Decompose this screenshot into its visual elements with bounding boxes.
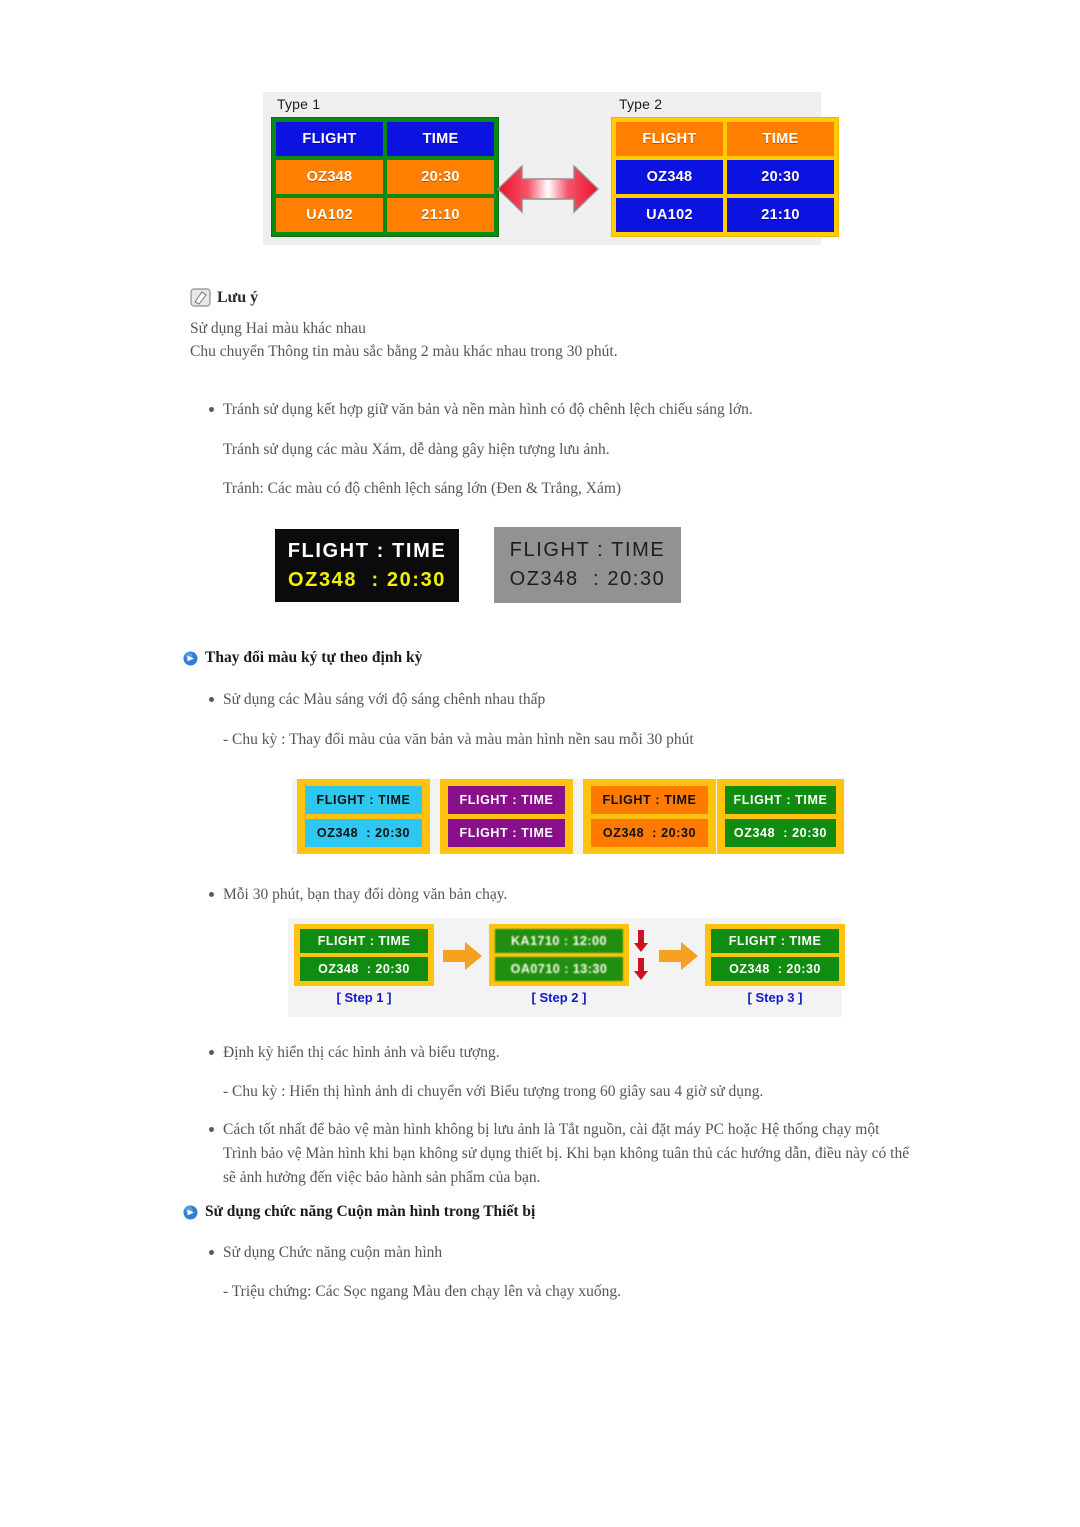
table-row: UA102 21:10 xyxy=(276,198,494,232)
color-cycle-bullet-2: Mỗi 30 phút, bạn thay đổi dòng văn bản c… xyxy=(209,883,869,907)
bullet-dot-icon xyxy=(209,1250,214,1255)
figure-color-samples: FLIGHT : TIME OZ348 : 20:30 FLIGHT : TIM… xyxy=(292,779,845,854)
cell-time-header: TIME xyxy=(727,122,834,156)
sample-line-2: OZ348 : 20:30 xyxy=(591,819,708,847)
black-contrast-panel: FLIGHT : TIME OZ348 : 20:30 xyxy=(275,529,459,602)
section-title-screen-scroll: Sử dụng chức năng Cuộn màn hình trong Th… xyxy=(205,1203,536,1220)
step-2-caption: [ Step 2 ] xyxy=(531,990,587,1005)
color-sample-orange: FLIGHT : TIME OZ348 : 20:30 xyxy=(583,779,716,854)
cell-flight-header: FLIGHT xyxy=(276,122,383,156)
step-3-line-1: FLIGHT : TIME xyxy=(711,929,839,953)
step-2-board: KA1710 : 12:00 OA0710 : 13:30 xyxy=(489,924,629,986)
type2-label: Type 2 xyxy=(619,96,663,112)
sample-line-1: FLIGHT : TIME xyxy=(305,786,422,814)
color-cycle-bullet-3: Định kỳ hiển thị các hình ảnh và biểu tư… xyxy=(209,1041,889,1065)
color-sample-sky: FLIGHT : TIME OZ348 : 20:30 xyxy=(297,779,430,854)
black-panel-line-2: OZ348 : 20:30 xyxy=(287,568,447,591)
color-cycle-bullet-3-text: Định kỳ hiển thị các hình ảnh và biểu tư… xyxy=(223,1044,500,1061)
sample-line-1: FLIGHT : TIME xyxy=(591,786,708,814)
gray-contrast-panel: FLIGHT : TIME OZ348 : 20:30 xyxy=(494,527,681,603)
cell-flight-2: UA102 xyxy=(276,198,383,232)
cell-flight-header: FLIGHT xyxy=(616,122,723,156)
note-line-2: Chu chuyển Thông tin màu sắc bằng 2 màu … xyxy=(190,343,618,360)
orange-right-arrow-icon xyxy=(443,942,482,970)
cell-flight-1: OZ348 xyxy=(616,160,723,194)
color-sample-purple: FLIGHT : TIME FLIGHT : TIME xyxy=(440,779,573,854)
note-title: Lưu ý xyxy=(217,288,259,306)
gray-panel-line-2: OZ348 : 20:30 xyxy=(509,568,666,590)
type1-board: FLIGHT TIME OZ348 20:30 UA102 21:10 xyxy=(271,117,499,237)
section-heading-screen-scroll: Sử dụng chức năng Cuộn màn hình trong Th… xyxy=(183,1203,535,1221)
color-cycle-bullet-1: Sử dụng các Màu sáng với độ sáng chênh n… xyxy=(209,688,869,712)
cell-time-1: 20:30 xyxy=(387,160,494,194)
table-row: OZ348 20:30 xyxy=(616,160,834,194)
color-cycle-sub-2: - Chu kỳ : Hiển thị hình ảnh di chuyển v… xyxy=(223,1083,764,1100)
section-heading-color-cycle: Thay đổi màu ký tự theo định kỳ xyxy=(183,649,422,667)
sample-line-1: FLIGHT : TIME xyxy=(448,786,565,814)
sample-line-2: OZ348 : 20:30 xyxy=(305,819,422,847)
bullet-dot-icon xyxy=(209,1127,214,1132)
screen-scroll-bullet-1: Sử dụng Chức năng cuộn màn hình xyxy=(209,1241,869,1265)
black-panel-line-1: FLIGHT : TIME xyxy=(287,539,447,562)
step-3-caption: [ Step 3 ] xyxy=(747,990,803,1005)
double-headed-horizontal-arrow-icon xyxy=(496,164,600,214)
cell-time-header: TIME xyxy=(387,122,494,156)
avoid-bullet-1: Tránh sử dụng kết hợp giữ văn bản và nền… xyxy=(209,398,869,422)
cell-time-2: 21:10 xyxy=(727,198,834,232)
note-heading: Lưu ý xyxy=(190,288,258,307)
orange-right-arrow-icon xyxy=(659,942,698,970)
table-row: FLIGHT TIME xyxy=(276,122,494,156)
color-cycle-bullet-4: Cách tốt nhất để bảo vệ màn hình không b… xyxy=(209,1118,921,1190)
document-page: Type 1 Type 2 FLIGHT TIME OZ348 20:30 UA… xyxy=(0,0,1080,1527)
step-1-line-1: FLIGHT : TIME xyxy=(300,929,428,953)
cell-time-1: 20:30 xyxy=(727,160,834,194)
bullet-dot-icon xyxy=(209,892,214,897)
step-3-line-2: OZ348 : 20:30 xyxy=(711,957,839,981)
step-2-line-2: OA0710 : 13:30 xyxy=(495,957,623,981)
type2-board: FLIGHT TIME OZ348 20:30 UA102 21:10 xyxy=(611,117,839,237)
red-down-arrow-icon xyxy=(634,930,648,952)
cell-flight-2: UA102 xyxy=(616,198,723,232)
table-row: UA102 21:10 xyxy=(616,198,834,232)
table-row: FLIGHT TIME xyxy=(616,122,834,156)
cell-flight-1: OZ348 xyxy=(276,160,383,194)
step-1-board: FLIGHT : TIME OZ348 : 20:30 xyxy=(294,924,434,986)
sample-line-1: FLIGHT : TIME xyxy=(725,786,836,814)
color-cycle-bullet-2-text: Mỗi 30 phút, bạn thay đổi dòng văn bản c… xyxy=(223,886,508,903)
note-pencil-icon xyxy=(190,288,211,307)
table-row: OZ348 20:30 xyxy=(276,160,494,194)
avoid-bullet-1-text: Tránh sử dụng kết hợp giữ văn bản và nền… xyxy=(223,401,753,418)
step-2-line-1: KA1710 : 12:00 xyxy=(495,929,623,953)
step-1-caption: [ Step 1 ] xyxy=(336,990,392,1005)
section-title-color-cycle: Thay đổi màu ký tự theo định kỳ xyxy=(205,649,423,666)
type1-label: Type 1 xyxy=(277,96,321,112)
step-3-board: FLIGHT : TIME OZ348 : 20:30 xyxy=(705,924,845,986)
bullet-dot-icon xyxy=(209,407,214,412)
figure-step-flow: FLIGHT : TIME OZ348 : 20:30 [ Step 1 ] K… xyxy=(288,918,845,1017)
sample-line-2: FLIGHT : TIME xyxy=(448,819,565,847)
color-cycle-sub-1: - Chu kỳ : Thay đổi màu của văn bản và m… xyxy=(223,731,694,748)
color-cycle-bullet-1-text: Sử dụng các Màu sáng với độ sáng chênh n… xyxy=(223,691,546,708)
color-cycle-bullet-4-text: Cách tốt nhất để bảo vệ màn hình không b… xyxy=(223,1121,910,1186)
avoid-line-2: Tránh sử dụng các màu Xám, dễ dàng gây h… xyxy=(223,441,610,458)
color-sample-green: FLIGHT : TIME OZ348 : 20:30 xyxy=(717,779,844,854)
step-1-line-2: OZ348 : 20:30 xyxy=(300,957,428,981)
blue-arrow-bullet-icon xyxy=(183,1205,198,1219)
screen-scroll-bullet-1-text: Sử dụng Chức năng cuộn màn hình xyxy=(223,1244,443,1261)
gray-panel-line-1: FLIGHT : TIME xyxy=(509,539,666,561)
cell-time-2: 21:10 xyxy=(387,198,494,232)
screen-scroll-sub-1: - Triệu chứng: Các Sọc ngang Màu đen chạ… xyxy=(223,1283,621,1300)
red-down-arrow-icon xyxy=(634,958,648,980)
bullet-dot-icon xyxy=(209,697,214,702)
avoid-line-3: Tránh: Các màu có độ chênh lệch sáng lớn… xyxy=(223,480,622,497)
note-line-1: Sử dụng Hai màu khác nhau xyxy=(190,320,366,337)
bullet-dot-icon xyxy=(209,1050,214,1055)
sample-line-2: OZ348 : 20:30 xyxy=(725,819,836,847)
blue-arrow-bullet-icon xyxy=(183,651,198,665)
